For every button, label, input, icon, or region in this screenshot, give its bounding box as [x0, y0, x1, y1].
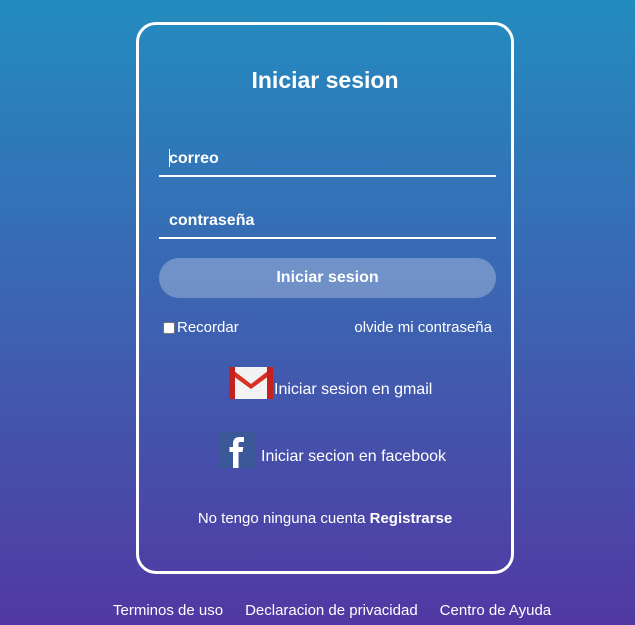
facebook-login-label: Iniciar secion en facebook	[261, 448, 446, 465]
remember-option[interactable]: Recordar	[163, 319, 239, 336]
remember-checkbox[interactable]	[163, 321, 175, 334]
login-title: Iniciar sesion	[251, 67, 399, 93]
gmail-login-link[interactable]: Iniciar sesion en gmail	[228, 365, 432, 401]
gmail-icon	[229, 367, 273, 399]
facebook-login-link[interactable]: Iniciar secion en facebook	[219, 432, 446, 468]
register-link[interactable]: Registrarse	[370, 510, 453, 527]
register-prompt: No tengo ninguna cuenta Registrarse	[139, 510, 511, 527]
email-field-container	[159, 143, 496, 177]
gmail-login-label: Iniciar sesion en gmail	[274, 381, 433, 398]
text-cursor	[169, 149, 170, 167]
remember-label: Recordar	[177, 319, 239, 336]
help-center-link[interactable]: Centro de Ayuda	[440, 602, 551, 619]
footer-links: Terminos de uso Declaracion de privacida…	[113, 602, 573, 619]
facebook-icon	[219, 432, 255, 468]
email-field[interactable]	[159, 143, 496, 175]
password-field[interactable]	[159, 205, 496, 237]
login-button[interactable]: Iniciar sesion	[159, 258, 496, 298]
no-account-text: No tengo ninguna cuenta	[197, 510, 366, 527]
privacy-link[interactable]: Declaracion de privacidad	[245, 602, 418, 619]
terms-link[interactable]: Terminos de uso	[113, 602, 223, 619]
login-card: Iniciar sesion Iniciar sesion Recordar o…	[136, 22, 514, 574]
forgot-password-link[interactable]: olvide mi contraseña	[354, 319, 492, 336]
password-field-container	[159, 205, 496, 239]
